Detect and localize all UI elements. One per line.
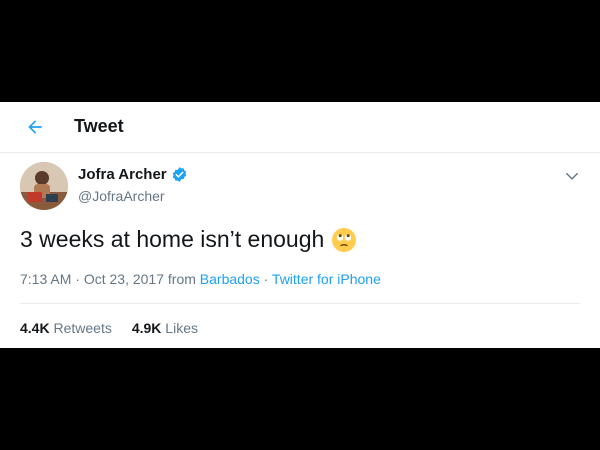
page-title: Tweet <box>74 116 124 136</box>
tweet-date[interactable]: Oct 23, 2017 <box>84 271 164 287</box>
tweet-header: Tweet <box>0 102 600 153</box>
arrow-left-icon <box>28 120 42 134</box>
face-with-rolling-eyes-icon <box>331 227 357 253</box>
tweet-text: 3 weeks at home isn’t enough <box>20 226 325 252</box>
retweets-count: 4.4K <box>20 320 50 336</box>
retweets-label: Retweets <box>53 320 112 336</box>
from-label: from <box>164 271 200 287</box>
tweet-stats: 4.4K Retweets 4.9K Likes <box>20 320 198 336</box>
tweet-time[interactable]: 7:13 AM <box>20 271 71 287</box>
likes-stat[interactable]: 4.9K Likes <box>132 320 198 336</box>
more-options-button[interactable] <box>562 166 582 186</box>
divider <box>20 303 580 304</box>
back-button[interactable] <box>22 114 48 140</box>
avatar-image <box>20 162 68 210</box>
location-link[interactable]: Barbados <box>200 271 260 287</box>
meta-separator: · <box>71 271 84 287</box>
avatar[interactable] <box>20 162 68 210</box>
retweets-stat[interactable]: 4.4K Retweets <box>20 320 112 336</box>
meta-separator: · <box>259 271 272 287</box>
source-link[interactable]: Twitter for iPhone <box>272 271 381 287</box>
verified-badge-icon <box>171 166 188 183</box>
author-name-row: Jofra Archer <box>78 166 188 183</box>
tweet-meta: 7:13 AM · Oct 23, 2017 from Barbados · T… <box>20 271 381 287</box>
chevron-down-icon <box>566 172 578 180</box>
tweet-card: Tweet Jofra Archer @JofraArcher 3 weeks … <box>0 102 600 348</box>
likes-label: Likes <box>165 320 198 336</box>
likes-count: 4.9K <box>131 320 162 336</box>
author-handle[interactable]: @JofraArcher <box>78 188 165 204</box>
tweet-text-row: 3 weeks at home isn’t enough <box>20 226 357 253</box>
author-display-name[interactable]: Jofra Archer <box>78 166 167 183</box>
